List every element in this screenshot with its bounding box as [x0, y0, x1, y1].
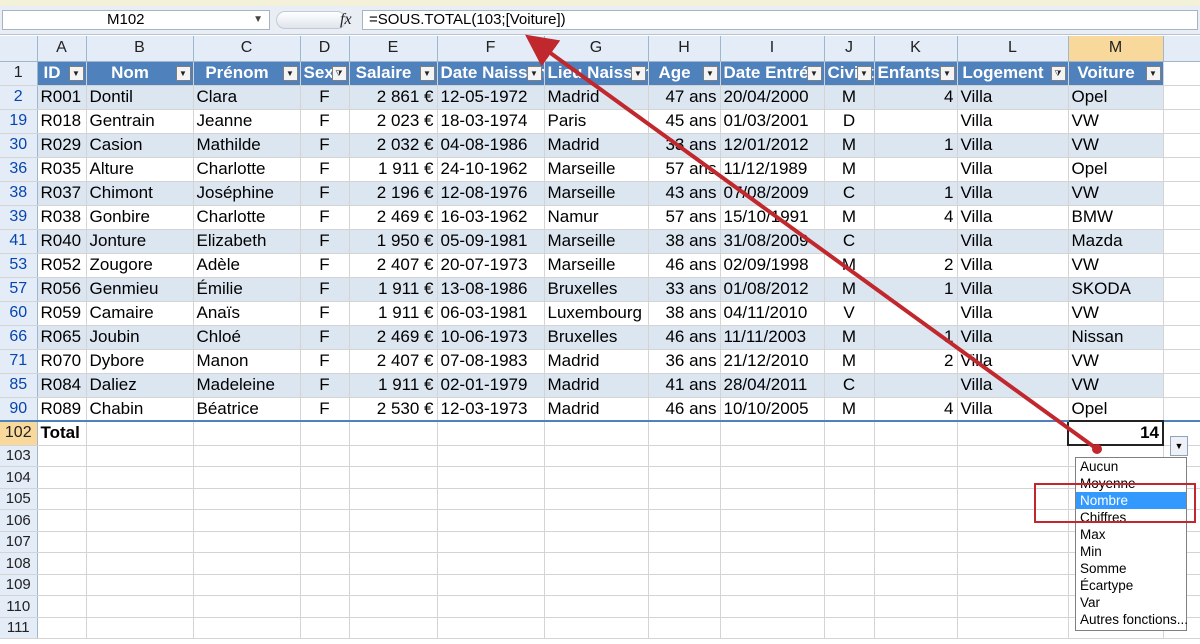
arrow-origin-dot	[1092, 444, 1102, 454]
annotation-arrow	[525, 34, 1102, 454]
arrow-line	[525, 34, 1099, 451]
